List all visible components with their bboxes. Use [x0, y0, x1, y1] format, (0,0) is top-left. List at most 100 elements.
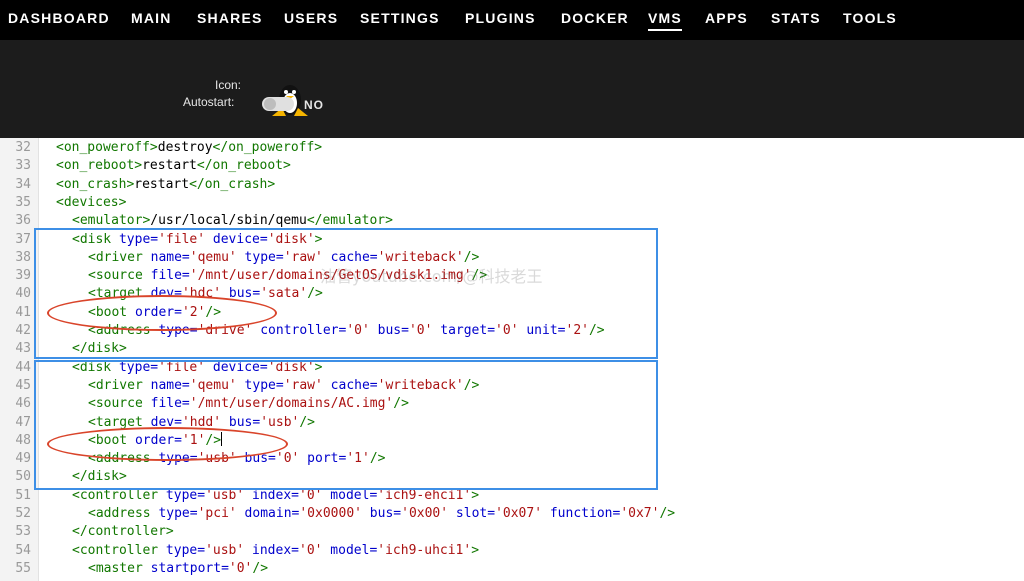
line-number: 47	[15, 414, 31, 430]
line-number: 38	[15, 249, 31, 265]
code-token: /usr/local/sbin/qemu	[150, 213, 307, 229]
autostart-label: Autostart:	[183, 95, 235, 109]
line-number: 37	[15, 231, 31, 247]
boot-order-1-circle	[47, 427, 288, 461]
code-token: bus=	[361, 506, 402, 521]
nav-item-docker[interactable]: DOCKER	[561, 10, 629, 26]
code-token: <on_crash>	[56, 176, 135, 192]
code-token: </on_reboot>	[196, 158, 291, 174]
line-number: 50	[15, 469, 31, 485]
code-token: '0x7'	[620, 506, 660, 521]
code-token: <on_reboot>	[56, 158, 143, 174]
code-line[interactable]: 54 <controller type='usb' index='0' model…	[0, 542, 1024, 560]
code-token: >	[471, 542, 480, 558]
code-token: '0x00'	[401, 506, 449, 521]
code-token: function=	[542, 506, 621, 521]
line-number: 46	[15, 396, 31, 412]
code-text: <on_poweroff>destroy</on_poweroff>	[56, 139, 322, 157]
code-token: '0'	[228, 560, 253, 576]
code-token: startport=	[150, 560, 229, 576]
code-text: </controller>	[72, 523, 174, 541]
code-text: <master startport='0'/>	[88, 560, 268, 578]
nav-item-tools[interactable]: TOOLS	[843, 10, 897, 26]
code-token: <on_poweroff>	[56, 140, 158, 155]
disk2-highlight-box	[34, 360, 658, 490]
line-number: 52	[15, 506, 31, 521]
code-token: </emulator>	[306, 213, 393, 229]
code-token: restart	[142, 158, 197, 174]
code-line[interactable]: 33 <on_reboot>restart</on_reboot>	[0, 157, 1024, 175]
line-number: 33	[15, 158, 31, 174]
code-line[interactable]: 34 <on_crash>restart</on_crash>	[0, 176, 1024, 194]
line-number: 40	[15, 286, 31, 302]
line-number: 35	[15, 194, 31, 210]
code-token: domain=	[236, 506, 300, 521]
code-token: </controller>	[72, 524, 174, 540]
code-text: <controller type='usb' index='0' model='…	[72, 542, 479, 560]
code-token: '0'	[299, 542, 323, 558]
code-token: 'pci'	[197, 506, 237, 521]
code-line[interactable]: 32 <on_poweroff>destroy</on_poweroff>	[0, 139, 1024, 157]
line-number: 53	[15, 524, 31, 540]
line-number: 42	[15, 323, 31, 338]
code-token: />	[252, 560, 269, 576]
code-token: <devices>	[56, 194, 127, 210]
code-text: <address type='pci' domain='0x0000' bus=…	[88, 505, 675, 523]
line-number: 45	[15, 377, 31, 393]
code-token: destroy	[157, 140, 213, 155]
line-number: 39	[15, 268, 31, 284]
autostart-toggle[interactable]	[262, 97, 294, 111]
line-number: 54	[15, 542, 31, 558]
autostart-value: NO	[304, 98, 324, 112]
code-text: <devices>	[56, 194, 126, 212]
code-line[interactable]: 52 <address type='pci' domain='0x0000' bu…	[0, 505, 1024, 523]
nav-item-dashboard[interactable]: DASHBOARD	[8, 10, 110, 26]
code-token: 'usb'	[205, 542, 245, 558]
line-number: 32	[15, 140, 31, 155]
vm-settings-panel: Icon: Autostart: NO	[0, 40, 1024, 138]
code-token: slot=	[448, 506, 496, 521]
code-token: <emulator>	[72, 213, 151, 229]
code-token: 'ich9-uhci1'	[377, 542, 472, 558]
nav-item-vms[interactable]: VMS	[648, 10, 682, 31]
watermark: 油管youtube.com/@科技老王	[320, 267, 543, 286]
nav-item-plugins[interactable]: PLUGINS	[465, 10, 536, 26]
code-token: </on_poweroff>	[212, 140, 323, 155]
code-token: <address	[88, 506, 159, 521]
code-token: index=	[244, 542, 299, 558]
code-token: '0x07'	[495, 506, 543, 521]
code-line[interactable]: 35 <devices>	[0, 194, 1024, 212]
nav-item-shares[interactable]: SHARES	[197, 10, 263, 26]
line-number: 48	[15, 432, 31, 448]
line-number: 41	[15, 304, 31, 320]
icon-label: Icon:	[215, 78, 242, 92]
code-token: type=	[158, 506, 198, 521]
line-number: 44	[15, 359, 31, 375]
line-number: 49	[15, 451, 31, 467]
nav-item-apps[interactable]: APPS	[705, 10, 748, 26]
line-number: 34	[15, 176, 31, 192]
code-text: <on_crash>restart</on_crash>	[56, 176, 275, 194]
line-number: 55	[15, 560, 31, 576]
code-token: '0x0000'	[299, 506, 362, 521]
code-token: restart	[134, 176, 190, 192]
code-text: <on_reboot>restart</on_reboot>	[56, 157, 291, 175]
nav-item-main[interactable]: MAIN	[131, 10, 172, 26]
code-token: </on_crash>	[189, 176, 276, 192]
nav-item-settings[interactable]: SETTINGS	[360, 10, 440, 26]
code-line[interactable]: 55 <master startport='0'/>	[0, 560, 1024, 578]
line-number: 43	[15, 341, 31, 357]
disk1-highlight-box	[34, 228, 658, 359]
code-token: <master	[88, 560, 151, 576]
top-navigation: DASHBOARD MAIN SHARES USERS SETTINGS PLUGINS D…	[0, 0, 1024, 40]
code-token: type=	[165, 542, 206, 558]
line-number: 51	[15, 487, 31, 503]
nav-item-users[interactable]: USERS	[284, 10, 338, 26]
nav-item-stats[interactable]: STATS	[771, 10, 821, 26]
code-token: />	[659, 506, 676, 521]
code-line[interactable]: 53 </controller>	[0, 523, 1024, 541]
line-number: 36	[15, 213, 31, 229]
code-token: <controller	[72, 542, 166, 558]
code-token: model=	[322, 542, 378, 558]
boot-order-2-circle	[47, 295, 277, 331]
